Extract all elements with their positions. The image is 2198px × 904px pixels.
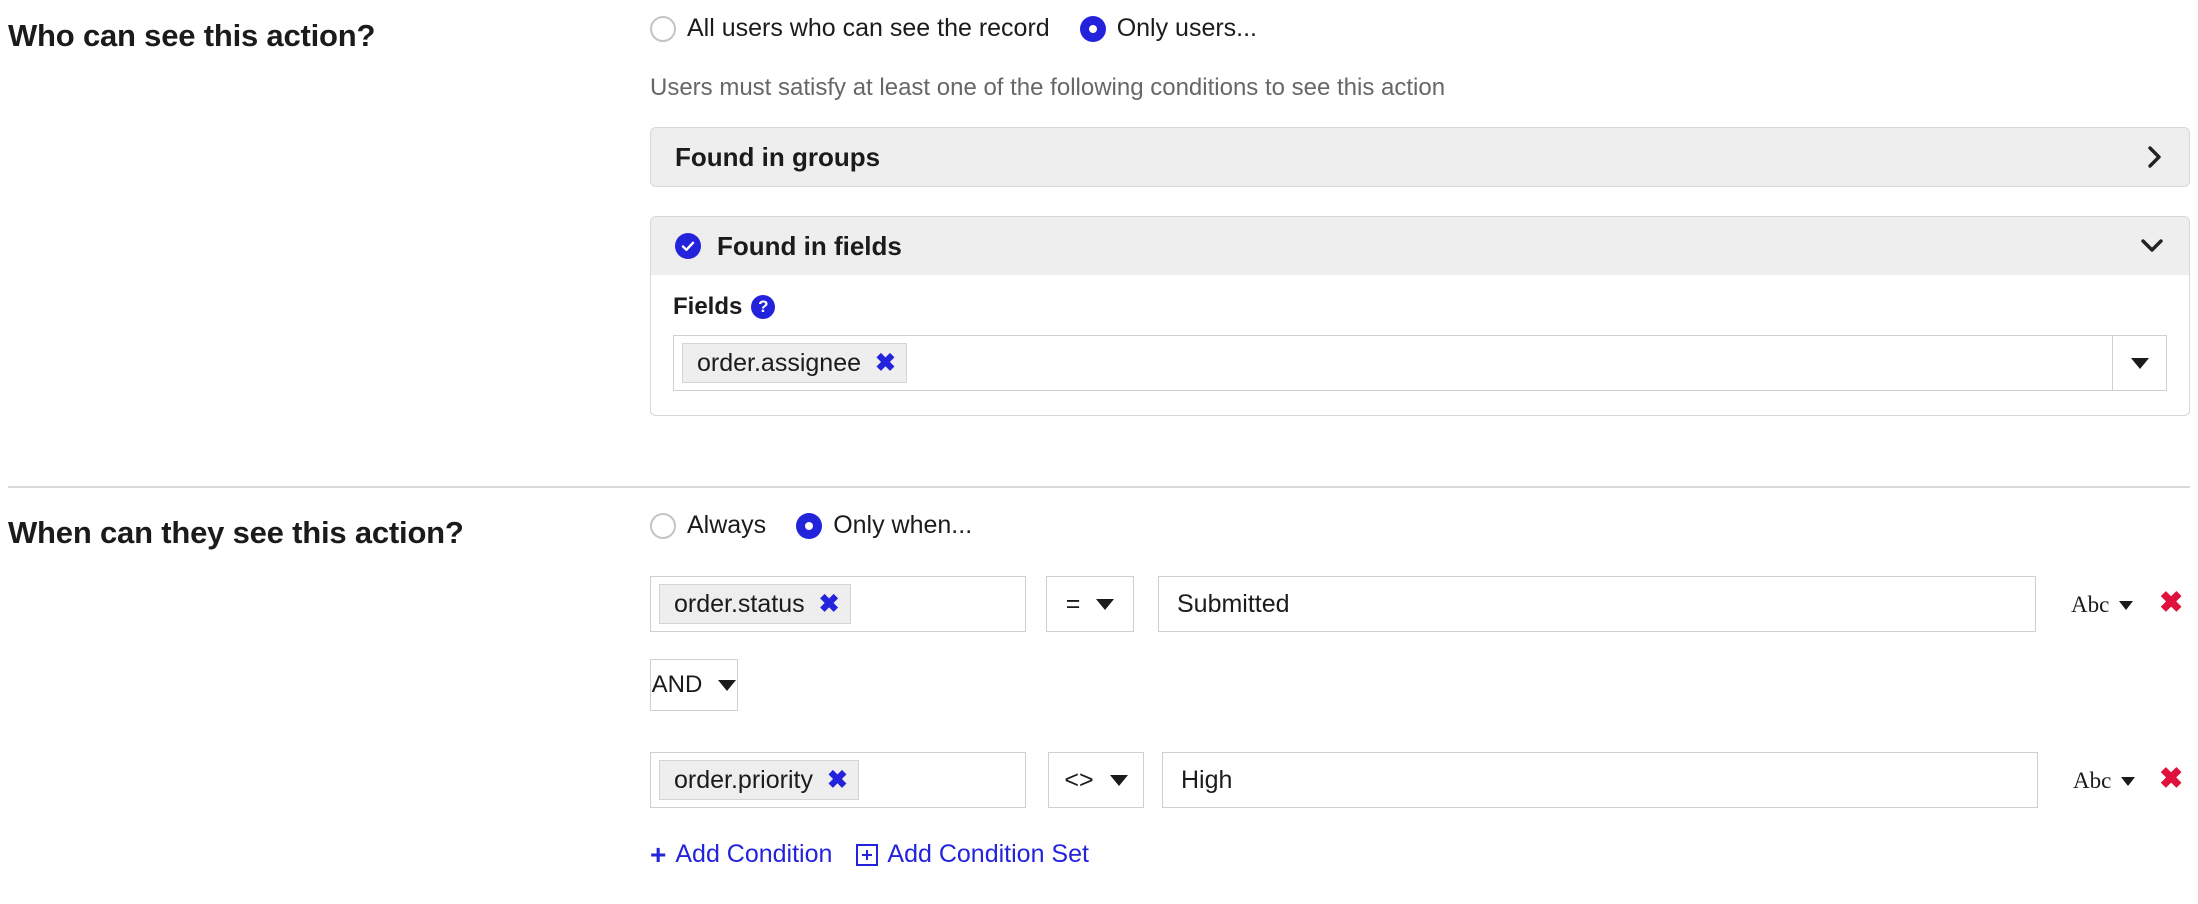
panel-found-in-fields: Found in fields Fields ? order.assignee … [650,216,2190,416]
add-condition-button[interactable]: + Add Condition [650,840,832,869]
visibility-radio-group: All users who can see the record Only us… [650,14,1257,43]
box-plus-icon [856,843,879,866]
check-circle-icon [675,233,701,259]
delete-condition-icon[interactable]: ✖ [2159,765,2183,794]
panel-found-in-fields-body: Fields ? order.assignee ✖ [651,275,2189,415]
radio-unselected-icon[interactable] [650,512,676,539]
radio-only-when[interactable]: Only when... [796,511,972,540]
condition-field-input[interactable]: order.priority ✖ [650,752,1026,808]
add-condition-set-button[interactable]: Add Condition Set [856,840,1089,869]
condition-field-input[interactable]: order.status ✖ [650,576,1026,632]
panel-found-in-groups-header[interactable]: Found in groups [651,128,2189,186]
fields-label: Fields [673,293,743,320]
visibility-helper-text: Users must satisfy at least one of the f… [650,74,1446,101]
panel-title: Found in fields [717,230,902,261]
condition-type-label: Abc [2073,768,2112,793]
panel-found-in-fields-header[interactable]: Found in fields [651,217,2189,275]
condition-value-input[interactable]: High [1162,752,2038,808]
section-divider [8,486,2190,488]
chevron-down-icon[interactable] [2139,236,2165,256]
field-token[interactable]: order.assignee ✖ [682,343,907,383]
add-condition-label: Add Condition [675,840,833,868]
fields-dropdown-toggle[interactable] [2112,336,2166,390]
condition-operator-select[interactable]: = [1046,576,1134,632]
add-condition-set-label: Add Condition Set [887,840,1089,868]
field-token-label: order.assignee [697,348,862,377]
caret-down-icon [2121,776,2136,786]
caret-down-icon [1096,598,1115,610]
condition-type-select[interactable]: Abc [2073,768,2136,794]
action-visibility-form: Who can see this action? All users who c… [0,0,2198,904]
radio-only-users[interactable]: Only users... [1079,14,1258,43]
radio-label: Only users... [1116,14,1258,42]
radio-label: All users who can see the record [687,14,1050,42]
condition-type-label: Abc [2071,592,2110,617]
remove-token-icon[interactable]: ✖ [819,591,840,617]
logic-operator-value: AND [651,671,703,698]
radio-always[interactable]: Always [650,511,766,540]
condition-value-text: Submitted [1177,589,1290,618]
logic-operator-select[interactable]: AND [650,659,738,711]
radio-label: Only when... [833,511,973,539]
timing-section-title: When can they see this action? [8,515,464,550]
caret-down-icon [1109,774,1128,786]
add-links-group: + Add Condition Add Condition Set [650,840,1089,869]
fields-token-input[interactable]: order.assignee ✖ [673,335,2167,391]
timing-radio-group: Always Only when... [650,511,972,540]
visibility-section-title: Who can see this action? [8,18,376,53]
panel-title: Found in groups [675,141,881,172]
chevron-right-icon[interactable] [2145,144,2165,170]
condition-operator-select[interactable]: <> [1048,752,1144,808]
fields-label-row: Fields ? [673,293,2167,321]
remove-token-icon[interactable]: ✖ [875,350,896,376]
radio-unselected-icon[interactable] [650,15,676,42]
condition-operator-value: <> [1064,765,1094,794]
remove-token-icon[interactable]: ✖ [827,767,848,793]
field-token[interactable]: order.status ✖ [659,584,851,624]
condition-operator-value: = [1065,589,1081,618]
field-token-label: order.priority [674,765,813,794]
condition-value-input[interactable]: Submitted [1158,576,2036,632]
caret-down-icon [718,679,737,691]
help-circle-icon[interactable]: ? [751,295,776,319]
field-token[interactable]: order.priority ✖ [659,760,859,800]
radio-selected-icon[interactable] [1079,15,1106,42]
delete-condition-icon[interactable]: ✖ [2159,589,2183,618]
condition-type-select[interactable]: Abc [2071,592,2134,618]
panel-found-in-groups: Found in groups [650,127,2190,187]
caret-down-icon [2130,357,2149,369]
radio-selected-icon[interactable] [796,512,823,539]
caret-down-icon [2119,600,2134,610]
condition-value-text: High [1181,765,1233,794]
radio-all-users-who-can-see-the-record[interactable]: All users who can see the record [650,14,1050,43]
field-token-label: order.status [674,589,805,618]
radio-label: Always [687,511,767,539]
plus-icon: + [650,838,667,870]
